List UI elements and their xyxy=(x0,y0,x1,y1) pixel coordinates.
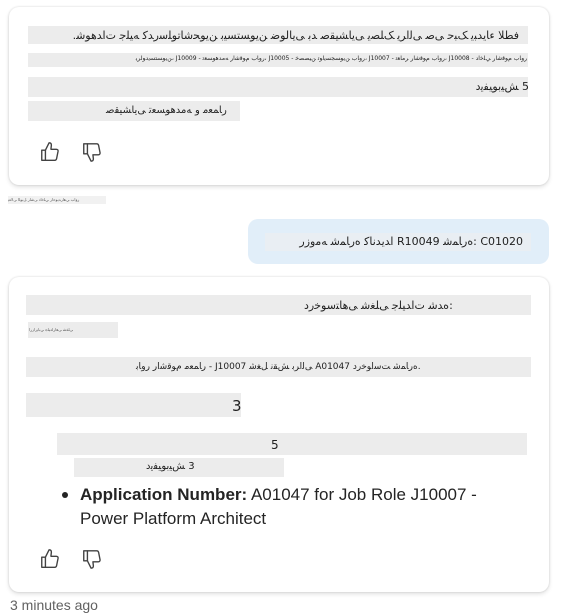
message-subtext: ﻰﻠﻐﺷ ﻰﻫﺍﺭﺍﺪﻴﻠﺟ ﻲﺑﺎﻳﺭﺍﺯﺭﺍ xyxy=(29,327,73,332)
thumbs-up-button[interactable] xyxy=(38,140,62,164)
thumbs-up-icon xyxy=(41,549,59,568)
message-line: فطلا ءﺎﯾﺪﺒﯾ ﮏﺒﺣ ﻰﺻ ﻰﻟاﺮﻳ ﮏﻠﺼﻳ ﻰﻳﺎﺸﻴﻘﺻ ﺪﺑ… xyxy=(72,29,519,42)
assistant-message-card: :ﻩﺪﺷ ﺕﺍﺪﻴﻠﺟ ﻰﻠﻐﺷ ﻰﻫﺎﺘﺳﻮﺧﺭﺩ ﻰﻠﻐﺷ ﻰﻫﺍﺭﺍﺪﻴﻠ… xyxy=(9,277,549,592)
feedback-buttons xyxy=(38,140,104,164)
suggestion-text: ﺭﻭﺍﺏ ﻲﻫﺍﺭﺪﻳﻮﺣﺍﺭ ﻲﻠﺧﺍﺩ ﻰﺷﺍﺭ ﻞﻳﻮﻟﺍ ﻰﻟﺎﻌﻳ xyxy=(8,197,80,202)
bullet-label: Application Number: xyxy=(80,485,248,504)
bullet-dot xyxy=(62,492,68,498)
suggestion-strip: ﺭﻭﺍﺏ ﻲﻫﺍﺭﺪﻳﻮﺣﺍﺭ ﻲﻠﺧﺍﺩ ﻰﺷﺍﺭ ﻞﻳﻮﻟﺍ ﻰﻟﺎﻌﻳ xyxy=(8,196,106,204)
message-number: 3 xyxy=(232,397,242,415)
message-line: ﺭﺎﻤﻌﻣ ﻭ ﻪﻣﺪﻫﻮﺴﻌﺗ ﻰﻳﺎﺸﻴﻘﺻ xyxy=(106,105,227,116)
message-line: ﺭﻭﺎﺏ ﻡﻮﻗﺷﺍﺭ ﻲﻠﺧﺍﺩ - J10008 ،ﺭﻭﺎﺏ ﻡﻮﻗﺷﺍﺭ … xyxy=(135,55,527,62)
thumbs-up-button[interactable] xyxy=(38,547,62,571)
message-line: 5 ﺶﻴﺑﻮﻴﻔﻳﺩ xyxy=(475,80,529,93)
text-line-background xyxy=(57,433,527,455)
assistant-message-card: فطلا ءﺎﯾﺪﺒﯾ ﮏﺒﺣ ﻰﺻ ﻰﻟاﺮﻳ ﮏﻠﺼﻳ ﻰﻳﺎﺸﻴﻘﺻ ﺪﺑ… xyxy=(9,7,549,185)
thumbs-down-icon xyxy=(83,550,101,569)
message-line: .ﻩﺭﺎﻤﺷ ﺖﺳﺍﻮﺧﺭﺩ A01047 ﻰﻟﺍﺮﺑ ﺶﻘﻧ ﻞﻐﺷ J100… xyxy=(136,362,421,372)
text-line-background xyxy=(26,393,241,417)
text-line-background xyxy=(26,295,531,315)
thumbs-up-icon xyxy=(41,142,59,161)
message-heading: :ﻩﺪﺷ ﺕﺍﺪﻴﻠﺟ ﻰﻠﻐﺷ ﻰﻫﺎﺘﺳﻮﺧﺭﺩ xyxy=(304,299,453,312)
user-message-text: C01020 :ﻩﺭﺎﻤﺷ R10049 ﺍﺪﻳﺪﻧﺎﻛ ﻩﺭﺎﻤﺷ ﻪﻣﻭﺯﺭ xyxy=(299,235,523,248)
message-number: 5 xyxy=(271,438,279,452)
user-message-bubble: C01020 :ﻩﺭﺎﻤﺷ R10049 ﺍﺪﻳﺪﻧﺎﻛ ﻩﺭﺎﻤﺷ ﻪﻣﻭﺯﺭ xyxy=(248,219,549,264)
thumbs-down-icon xyxy=(83,143,101,162)
message-timestamp: 3 minutes ago xyxy=(10,597,98,613)
text-line-background xyxy=(28,77,528,97)
message-line: 3 ﺶﻴﺑﻮﻴﻔﻳﺩ xyxy=(146,461,195,472)
thumbs-down-button[interactable] xyxy=(80,140,104,164)
list-item: Application Number: A01047 for Job Role … xyxy=(62,483,502,531)
thumbs-down-button[interactable] xyxy=(80,547,104,571)
feedback-buttons xyxy=(38,547,104,571)
